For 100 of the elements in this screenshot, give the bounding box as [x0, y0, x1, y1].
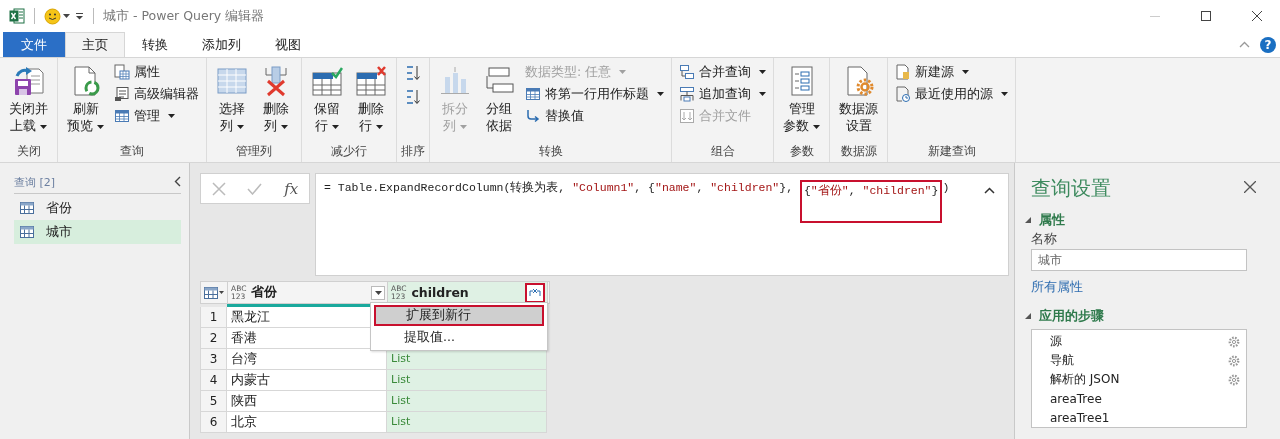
- close-pane-button[interactable]: [1244, 180, 1256, 196]
- excel-icon[interactable]: [9, 8, 25, 24]
- section-heading: 属性: [1039, 211, 1065, 229]
- step-item[interactable]: 源: [1050, 333, 1062, 350]
- help-button[interactable]: ?: [1260, 36, 1276, 53]
- ribbon-button[interactable]: 数据源 设置: [834, 61, 883, 138]
- ribbon-tab[interactable]: 转换: [125, 32, 185, 57]
- ribbon-button[interactable]: 删除 行: [350, 61, 392, 138]
- caret-icon: [813, 124, 820, 129]
- table-cell: 北京: [227, 412, 387, 433]
- ribbon-tab[interactable]: 主页: [65, 32, 125, 57]
- ribbon-button[interactable]: 新建源: [892, 61, 1011, 83]
- ribbon-button[interactable]: 保留 行: [306, 61, 348, 138]
- ribbon-button[interactable]: 删除 列: [255, 61, 297, 138]
- table-icon: [525, 86, 541, 102]
- table-columns-icon: [216, 65, 248, 97]
- collapse-triangle-icon[interactable]: [1025, 217, 1031, 223]
- ribbon-button[interactable]: 将第一行用作标题: [522, 83, 667, 105]
- query-item[interactable]: 省份: [14, 196, 181, 220]
- caret-icon: [619, 70, 627, 74]
- collapse-ribbon-icon[interactable]: [1239, 41, 1250, 48]
- ribbon-button[interactable]: 关闭并 上载: [4, 61, 53, 138]
- insert-function-button[interactable]: fx: [284, 179, 299, 198]
- ribbon-tab[interactable]: 文件: [3, 32, 65, 57]
- ribbon-button[interactable]: 管理: [111, 105, 202, 127]
- ribbon-button[interactable]: 合并查询: [676, 61, 769, 83]
- gear-icon[interactable]: [1228, 335, 1240, 348]
- checkmark-icon[interactable]: [247, 182, 263, 195]
- caret-icon[interactable]: [63, 14, 70, 18]
- ribbon-button[interactable]: 管理 参数: [778, 61, 825, 138]
- ribbon-button[interactable]: 刷新 预览: [62, 61, 109, 138]
- pane-title: 查询设置: [1031, 174, 1111, 202]
- all-properties-link[interactable]: 所有属性: [1031, 279, 1083, 295]
- filter-button[interactable]: [371, 285, 385, 300]
- caret-icon: [332, 124, 339, 129]
- collapse-triangle-icon[interactable]: [1025, 313, 1031, 319]
- ribbon-tab[interactable]: 添加列: [185, 32, 258, 57]
- split-column-icon: [439, 65, 471, 97]
- gear-icon[interactable]: [1228, 373, 1240, 386]
- ribbon-button[interactable]: 分组 依据: [478, 61, 520, 138]
- sort-ascending-icon: [405, 64, 421, 82]
- name-input[interactable]: 城市: [1031, 249, 1247, 271]
- column-name: children: [411, 285, 469, 300]
- step-item[interactable]: areaTree: [1050, 391, 1102, 406]
- caret-icon: [962, 70, 969, 74]
- group-label: 排序: [401, 143, 425, 160]
- menu-item[interactable]: 扩展到新行: [374, 305, 544, 326]
- floppy-disk-icon: [12, 65, 45, 97]
- ribbon-button[interactable]: 属性: [111, 61, 202, 83]
- caret-icon: [759, 70, 766, 74]
- ribbon-button[interactable]: 追加查询: [676, 83, 769, 105]
- ribbon-tab[interactable]: 视图: [258, 32, 318, 57]
- queries-heading: 查询 [2]: [14, 175, 56, 190]
- properties-icon: [114, 64, 130, 80]
- step-item[interactable]: 解析的 JSON: [1050, 371, 1120, 388]
- expand-column-button[interactable]: [525, 282, 545, 303]
- formula-text[interactable]: = Table.ExpandRecordColumn(转换为表, "Column1", {"name", "children"}, {"省份", "children"} ): [324, 180, 981, 223]
- table-check-icon: [311, 65, 343, 97]
- ribbon-button[interactable]: 选择 列: [211, 61, 253, 138]
- close-icon: [1244, 180, 1256, 193]
- table-icon: [204, 286, 218, 299]
- table-cell: List: [387, 412, 547, 433]
- chevron-up-icon: [984, 187, 995, 194]
- step-item[interactable]: 导航: [1050, 352, 1074, 369]
- column-name: 省份: [251, 284, 278, 301]
- table-cell: List: [387, 391, 547, 412]
- new-document-icon: [895, 64, 911, 80]
- sort-descending-icon: [405, 88, 421, 106]
- field-label: 名称: [1031, 231, 1057, 247]
- row-number: 2: [200, 328, 227, 349]
- group-label: 关闭: [15, 143, 42, 160]
- ribbon-button[interactable]: 替换值: [522, 105, 667, 127]
- caret-icon: [376, 124, 383, 129]
- table-cell: 内蒙古: [227, 370, 387, 391]
- window-title: 城市 - Power Query 编辑器: [103, 7, 265, 25]
- caret-icon: [219, 291, 224, 294]
- table-cell: 台湾: [227, 349, 387, 370]
- section-heading: 应用的步骤: [1039, 307, 1104, 325]
- group-label: 参数: [788, 143, 815, 160]
- smiley-icon[interactable]: [44, 7, 61, 25]
- table-cell: 陕西: [227, 391, 387, 412]
- step-item[interactable]: areaTree1: [1050, 410, 1110, 425]
- ribbon-button[interactable]: 高级编辑器: [111, 83, 202, 105]
- table-icon: [20, 202, 34, 214]
- customize-toolbar-icon[interactable]: [75, 12, 84, 20]
- combine-files-icon: [679, 108, 695, 124]
- group-label: 数据源: [839, 143, 878, 160]
- caret-icon: [1001, 92, 1008, 96]
- caret-icon: [237, 124, 244, 129]
- query-item[interactable]: 城市: [14, 220, 181, 244]
- caret-icon: [374, 290, 382, 295]
- gear-icon[interactable]: [1228, 354, 1240, 367]
- maximize-icon: [1201, 11, 1211, 21]
- group-label: 管理列: [235, 143, 273, 160]
- ribbon-button[interactable]: 最近使用的源: [892, 83, 1011, 105]
- row-number: 3: [200, 349, 227, 370]
- group-label: 转换: [537, 143, 564, 160]
- table-icon: [20, 226, 34, 238]
- clock-document-icon: [895, 86, 911, 102]
- table-menu-button[interactable]: [201, 282, 228, 303]
